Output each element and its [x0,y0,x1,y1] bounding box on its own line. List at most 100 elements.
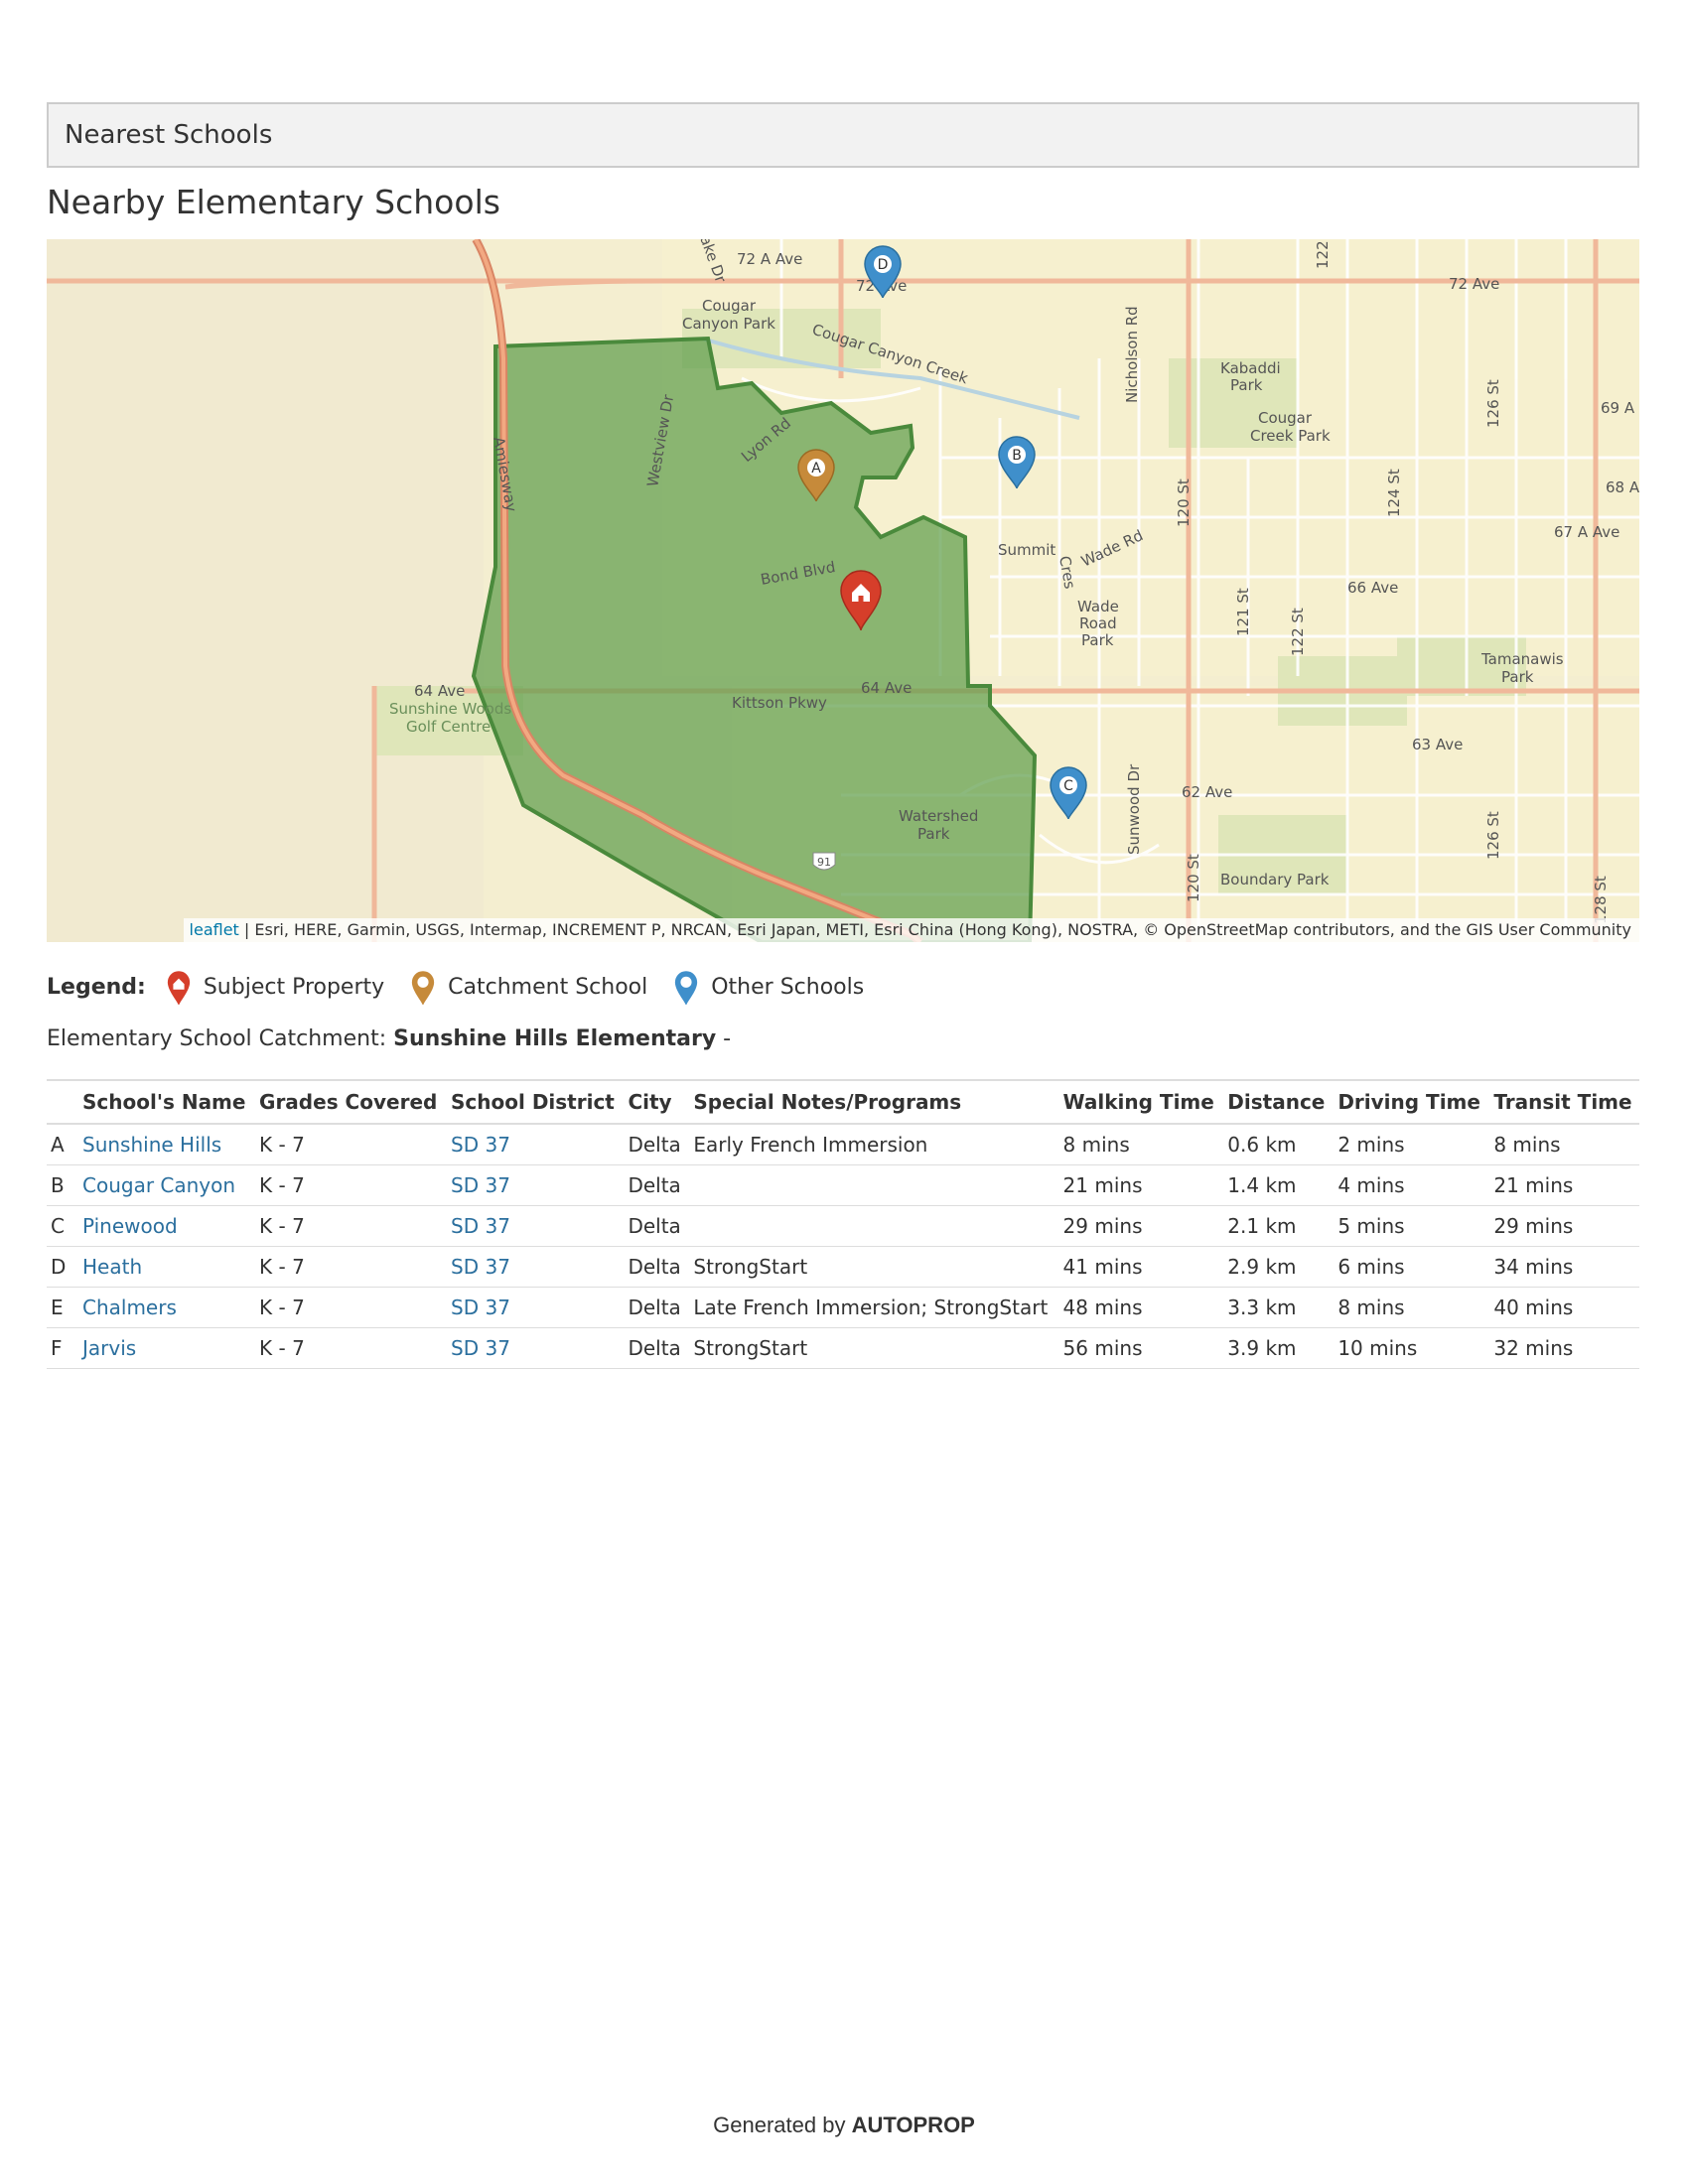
legend-other-label: Other Schools [711,974,865,1000]
map-label: 72 A Ave [737,250,802,268]
transit-cell: 34 mins [1487,1246,1639,1288]
row-letter: C [47,1205,76,1247]
walking-cell: 8 mins [1056,1124,1222,1165]
footer-prefix: Generated by [713,2113,852,2137]
header-walking: Walking Time [1056,1079,1222,1125]
svg-text:91: 91 [817,856,831,869]
map-label: 122 [1314,240,1332,269]
legend-catchment-label: Catchment School [448,974,648,1000]
district-link[interactable]: SD 37 [445,1164,623,1206]
school-name-link[interactable]: Pinewood [76,1205,254,1247]
catchment-line: Elementary School Catchment: Sunshine Hi… [47,1026,731,1051]
school-name-link[interactable]: Cougar Canyon [76,1164,254,1206]
map-label: 120 St [1175,478,1193,527]
district-link[interactable]: SD 37 [445,1327,623,1369]
legend-item-other: Other Schools [673,969,864,1005]
header-grades: Grades Covered [253,1079,446,1125]
row-letter: F [47,1327,76,1369]
school-name-link[interactable]: Sunshine Hills [76,1124,254,1165]
driving-cell: 4 mins [1332,1164,1488,1206]
map-label: Wade [1077,598,1119,615]
notes-cell: Early French Immersion [687,1124,1057,1165]
map-label: 69 A [1601,399,1635,417]
map-canvas[interactable]: 72 A Ave 72 Ave 72 Ave Cougar Canyon Par… [47,239,1639,942]
transit-cell: 29 mins [1487,1205,1639,1247]
legend-item-subject: Subject Property [166,969,384,1005]
school-name-link[interactable]: Chalmers [76,1287,254,1328]
legend-subject-label: Subject Property [203,974,385,1000]
grades-cell: K - 7 [253,1205,446,1247]
page-subtitle: Nearby Elementary Schools [47,183,500,221]
catchment-school: Sunshine Hills Elementary [393,1026,717,1051]
walking-cell: 21 mins [1056,1164,1222,1206]
header-notes: Special Notes/Programs [687,1079,1057,1125]
map-label: 128 St [1592,876,1610,924]
distance-cell: 3.9 km [1221,1327,1333,1369]
footer: Generated by AUTOPROP [0,2113,1688,2138]
map-label: Tamanawis [1480,650,1564,668]
grades-cell: K - 7 [253,1164,446,1206]
leaflet-link[interactable]: leaflet [190,920,239,939]
header-distance: Distance [1221,1079,1333,1125]
grades-cell: K - 7 [253,1246,446,1288]
map-label: 122 St [1289,608,1307,656]
map-label: 66 Ave [1347,579,1398,597]
header-city: City [622,1079,688,1125]
map-label: 121 St [1234,588,1252,636]
table-row: B Cougar Canyon K - 7 SD 37 Delta 21 min… [47,1164,1639,1206]
city-cell: Delta [622,1205,688,1247]
district-link[interactable]: SD 37 [445,1124,623,1165]
map-label: 120 St [1185,854,1202,902]
city-cell: Delta [622,1164,688,1206]
header-letter [47,1079,76,1125]
table-row: C Pinewood K - 7 SD 37 Delta 29 mins 2.1… [47,1205,1639,1247]
district-link[interactable]: SD 37 [445,1205,623,1247]
transit-cell: 21 mins [1487,1164,1639,1206]
marker-label: A [811,461,821,477]
map-label: 124 St [1385,469,1403,517]
map-label: Park [1081,631,1114,649]
driving-cell: 8 mins [1332,1287,1488,1328]
map-label: Cougar [1258,409,1313,427]
city-cell: Delta [622,1327,688,1369]
footer-brand: AUTOPROP [851,2113,975,2137]
map-attribution: leaflet | Esri, HERE, Garmin, USGS, Inte… [183,918,1639,942]
walking-cell: 48 mins [1056,1287,1222,1328]
header-district: School District [445,1079,623,1125]
row-letter: B [47,1164,76,1206]
marker-label: B [1012,448,1022,464]
map-label: 67 A Ave [1554,523,1619,541]
section-header: Nearest Schools [47,102,1639,168]
table-row: F Jarvis K - 7 SD 37 Delta StrongStart 5… [47,1327,1639,1369]
attribution-text: | Esri, HERE, Garmin, USGS, Intermap, IN… [238,920,1631,939]
map-label: 68 A [1606,478,1639,496]
schools-map[interactable]: 72 A Ave 72 Ave 72 Ave Cougar Canyon Par… [47,239,1639,942]
map-label: Summit [998,541,1055,559]
map-label: Park [1501,668,1534,686]
map-label: 126 St [1484,811,1502,860]
school-name-link[interactable]: Jarvis [76,1327,254,1369]
distance-cell: 0.6 km [1221,1124,1333,1165]
distance-cell: 3.3 km [1221,1287,1333,1328]
map-label: 63 Ave [1412,736,1463,753]
table-header-row: School's Name Grades Covered School Dist… [47,1079,1639,1125]
catchment-pin-icon [412,971,435,1005]
distance-cell: 1.4 km [1221,1164,1333,1206]
district-link[interactable]: SD 37 [445,1246,623,1288]
school-name-link[interactable]: Heath [76,1246,254,1288]
district-link[interactable]: SD 37 [445,1287,623,1328]
map-label: 64 Ave [414,682,465,700]
driving-cell: 6 mins [1332,1246,1488,1288]
map-label: Park [1230,376,1263,394]
grades-cell: K - 7 [253,1327,446,1369]
walking-cell: 29 mins [1056,1205,1222,1247]
subject-pin-icon [167,971,190,1005]
map-label: Kittson Pkwy [732,694,827,712]
schools-table: School's Name Grades Covered School Dist… [47,1079,1639,1369]
marker-label: C [1063,778,1073,794]
section-title: Nearest Schools [65,120,273,150]
map-label: 64 Ave [861,679,912,697]
transit-cell: 40 mins [1487,1287,1639,1328]
transit-cell: 8 mins [1487,1124,1639,1165]
map-label: Sunwood Dr [1125,763,1143,855]
